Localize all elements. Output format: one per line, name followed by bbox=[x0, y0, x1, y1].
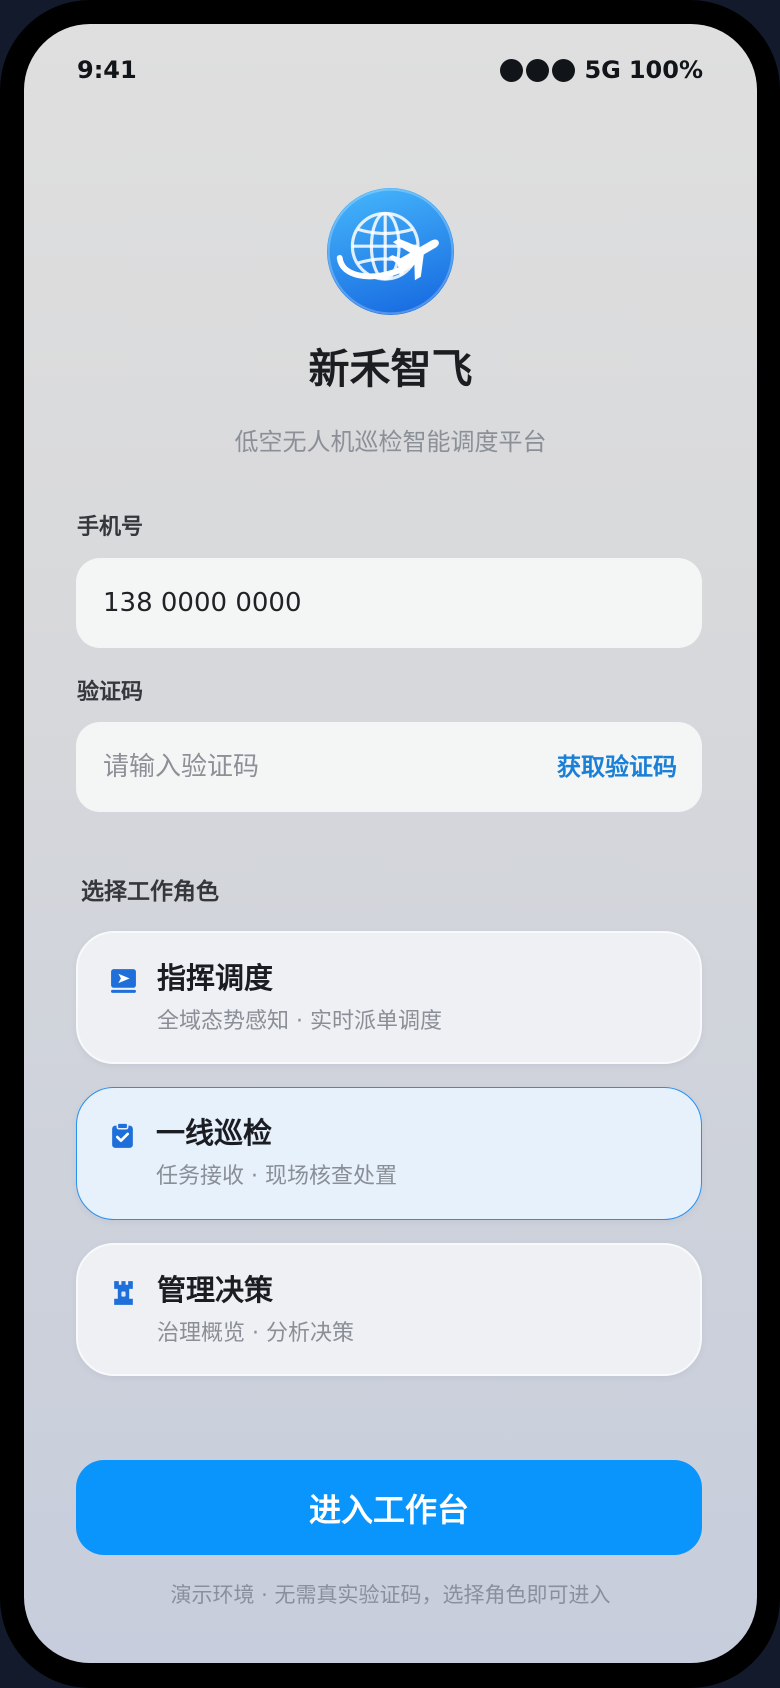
code-field[interactable]: 获取验证码 bbox=[76, 722, 702, 812]
phone-input[interactable] bbox=[103, 558, 543, 648]
role-title: 管理决策 bbox=[157, 1273, 274, 1307]
app-title: 新禾智飞 bbox=[308, 345, 473, 393]
battery-level: 100% bbox=[628, 56, 703, 84]
role-section-heading: 选择工作角色 bbox=[81, 879, 219, 905]
role-title: 指挥调度 bbox=[157, 961, 274, 995]
device-frame: 9:41 5G 100% 新禾智飞 低空无人机巡检智能调度平台 手机号 138 … bbox=[0, 0, 780, 1688]
status-indicators: 5G 100% bbox=[500, 56, 703, 84]
role-card-dispatch[interactable]: 指挥调度 全域态势感知 · 实时派单调度 bbox=[76, 931, 702, 1064]
enter-workbench-button[interactable]: 进入工作台 bbox=[76, 1460, 702, 1555]
role-title: 一线巡检 bbox=[156, 1116, 273, 1150]
login-screen: 9:41 5G 100% 新禾智飞 低空无人机巡检智能调度平台 手机号 138 … bbox=[24, 24, 757, 1663]
dispatch-icon bbox=[109, 966, 138, 995]
network-type: 5G bbox=[584, 56, 621, 84]
globe-airplane-icon bbox=[327, 188, 454, 315]
role-card-patrol[interactable]: 一线巡检 任务接收 · 现场核查处置 bbox=[76, 1087, 702, 1220]
code-label: 验证码 bbox=[77, 680, 144, 705]
status-time: 9:41 bbox=[77, 56, 137, 84]
get-code-button[interactable]: 获取验证码 bbox=[557, 722, 677, 812]
role-subtitle: 治理概览 · 分析决策 bbox=[157, 1321, 354, 1346]
app-tagline: 低空无人机巡检智能调度平台 bbox=[234, 428, 547, 456]
role-subtitle: 全域态势感知 · 实时派单调度 bbox=[157, 1009, 442, 1034]
role-card-management[interactable]: 管理决策 治理概览 · 分析决策 bbox=[76, 1243, 702, 1376]
demo-footnote: 演示环境 · 无需真实验证码，选择角色即可进入 bbox=[170, 1583, 611, 1607]
phone-label: 手机号 bbox=[77, 515, 144, 540]
clipboard-check-icon bbox=[108, 1121, 137, 1150]
role-subtitle: 任务接收 · 现场核查处置 bbox=[156, 1164, 397, 1189]
phone-field[interactable] bbox=[76, 558, 702, 648]
tower-icon bbox=[109, 1278, 138, 1307]
code-input[interactable] bbox=[103, 722, 543, 812]
signal-dots-icon bbox=[500, 58, 576, 82]
